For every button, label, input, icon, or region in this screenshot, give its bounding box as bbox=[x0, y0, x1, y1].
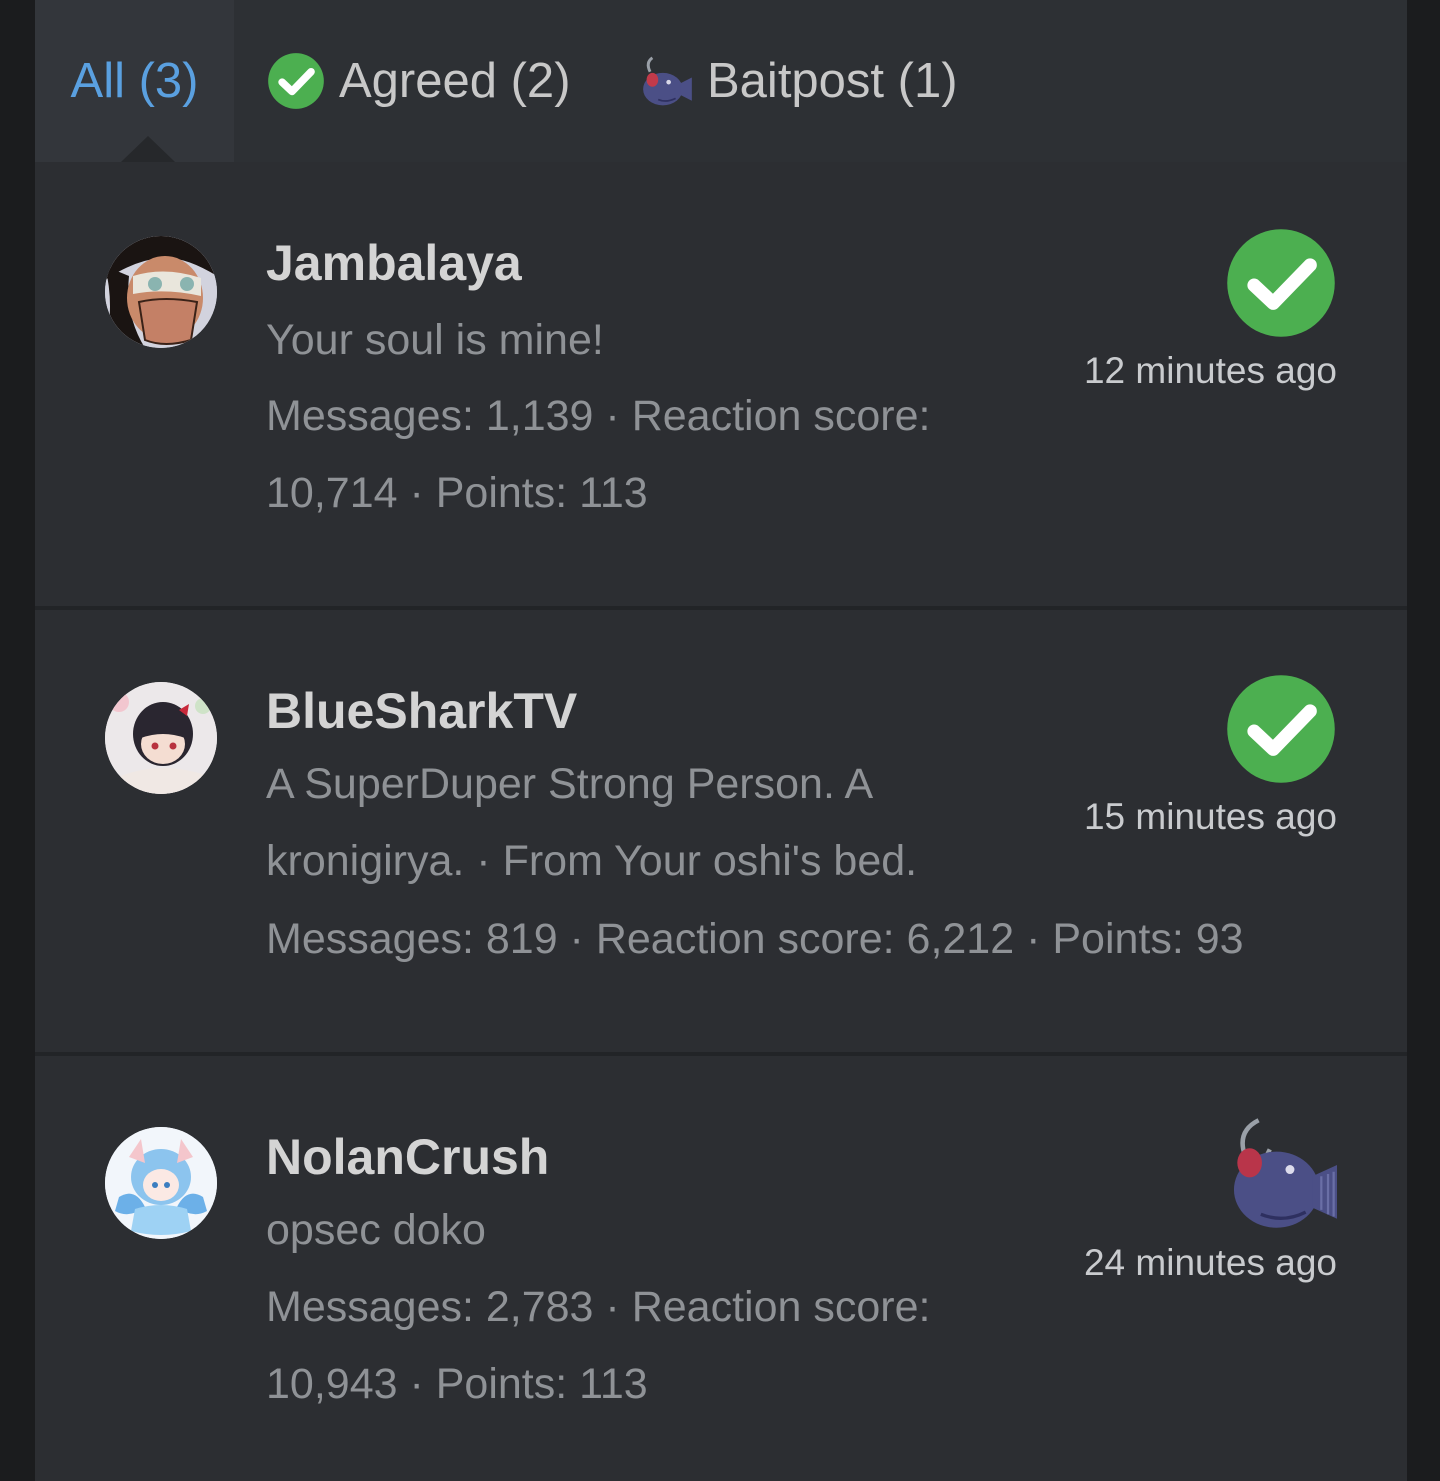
avatar[interactable] bbox=[105, 1127, 217, 1239]
user-title: opsec doko bbox=[266, 1206, 486, 1254]
reactions-panel: All (3) Agreed (2) Baitpost (1) Jambalay… bbox=[35, 0, 1407, 1481]
username[interactable]: BlueSharkTV bbox=[266, 682, 577, 740]
username[interactable]: NolanCrush bbox=[266, 1128, 549, 1186]
user-title: Your soul is mine! bbox=[266, 316, 604, 364]
user-stats: Messages: 1,139 · Reaction score: 10,714… bbox=[266, 392, 931, 517]
agreed-check-icon bbox=[1225, 673, 1337, 785]
tab-all[interactable]: All (3) bbox=[35, 0, 234, 162]
avatar[interactable] bbox=[105, 236, 217, 348]
list-item: Jambalaya Your soul is mine! Messages: 1… bbox=[35, 162, 1407, 606]
agreed-check-icon bbox=[267, 52, 325, 110]
tab-baitpost[interactable]: Baitpost (1) bbox=[635, 0, 958, 162]
agreed-check-icon bbox=[1225, 227, 1337, 339]
tab-baitpost-label: Baitpost (1) bbox=[707, 54, 958, 108]
baitpost-fish-icon bbox=[635, 52, 693, 110]
reaction-time: 15 minutes ago bbox=[1083, 796, 1337, 837]
reaction-time: 24 minutes ago bbox=[1083, 1242, 1337, 1283]
tab-all-label: All (3) bbox=[70, 54, 199, 108]
tab-agreed[interactable]: Agreed (2) bbox=[267, 0, 571, 162]
list-item: BlueSharkTV A SuperDuper Strong Person. … bbox=[35, 610, 1407, 1054]
avatar[interactable] bbox=[105, 682, 217, 794]
username[interactable]: Jambalaya bbox=[266, 234, 522, 292]
list-item: NolanCrush opsec doko Messages: 2,783 · … bbox=[35, 1056, 1407, 1481]
reaction-time: 12 minutes ago bbox=[1083, 350, 1337, 391]
user-stats: Messages: 2,783 · Reaction score: 10,943… bbox=[266, 1283, 931, 1408]
baitpost-fish-icon bbox=[1225, 1118, 1337, 1230]
user-stats: Messages: 819 · Reaction score: 6,212 · … bbox=[266, 915, 1244, 963]
active-tab-pointer bbox=[121, 136, 175, 162]
tab-agreed-label: Agreed (2) bbox=[339, 54, 571, 108]
reaction-filter-tabs: All (3) Agreed (2) Baitpost (1) bbox=[35, 0, 1407, 162]
user-title: A SuperDuper Strong Person. A kronigirya… bbox=[266, 760, 918, 885]
